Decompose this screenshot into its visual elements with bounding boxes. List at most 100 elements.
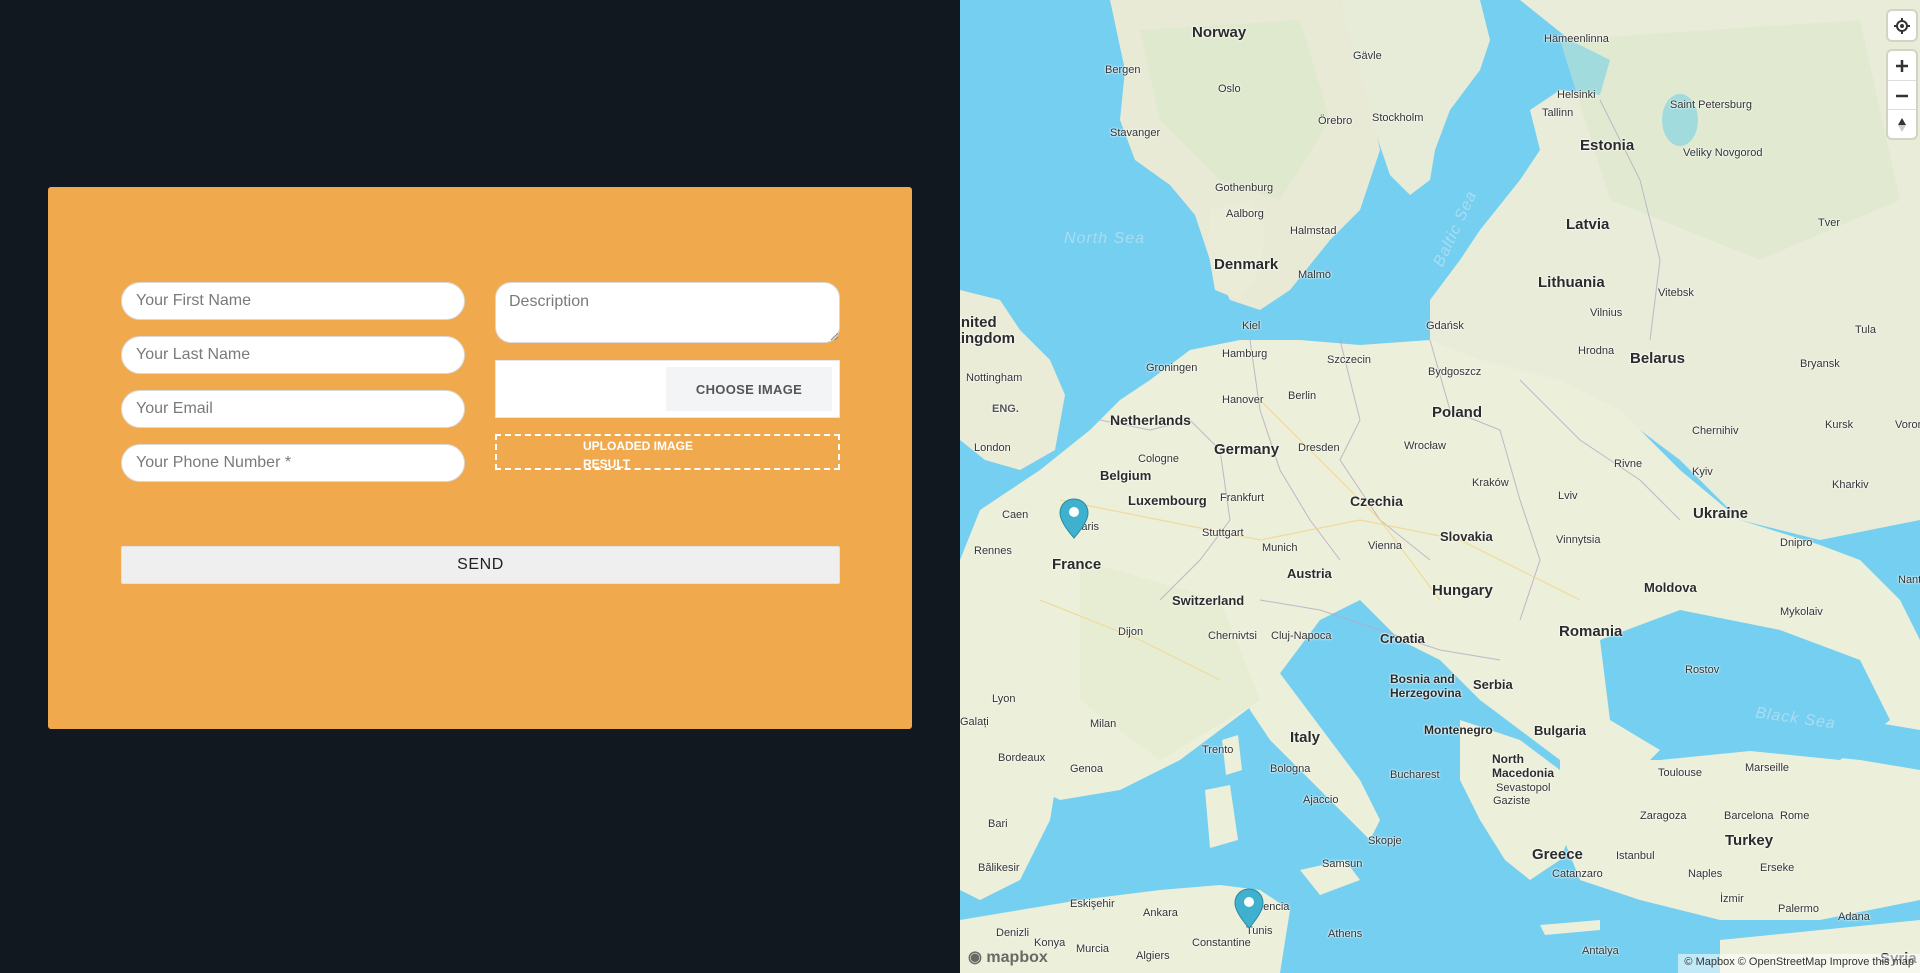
- city-label: Dijon: [1118, 626, 1144, 638]
- phone-input[interactable]: [121, 444, 465, 482]
- city-label: Marseille: [1745, 762, 1790, 774]
- map-marker-icon[interactable]: [1234, 888, 1264, 930]
- country-label: Bulgaria: [1534, 723, 1587, 738]
- city-label: Voron: [1895, 419, 1920, 431]
- city-label: Murcia: [1076, 943, 1110, 955]
- plus-icon: [1896, 60, 1908, 72]
- country-label: Estonia: [1580, 137, 1635, 154]
- city-label: Gdańsk: [1426, 320, 1464, 332]
- city-label: Bryansk: [1800, 358, 1840, 370]
- city-label: Munich: [1262, 542, 1298, 554]
- resize-handle-icon[interactable]: [830, 332, 839, 341]
- description-textarea[interactable]: [495, 282, 840, 343]
- compass-icon: [1898, 117, 1906, 132]
- city-label: Lviv: [1558, 490, 1578, 502]
- geolocate-button[interactable]: [1888, 11, 1916, 40]
- country-label: Hungary: [1432, 582, 1493, 599]
- city-label: Denizli: [996, 927, 1030, 939]
- city-label: Frankfurt: [1220, 492, 1265, 504]
- city-label: Athens: [1328, 928, 1363, 940]
- city-label: Hrodna: [1578, 345, 1615, 357]
- map[interactable]: North Sea Baltic Sea Black Sea Norway Es…: [960, 0, 1920, 973]
- city-label: London: [974, 442, 1011, 454]
- city-label: Bergen: [1105, 64, 1141, 76]
- country-label: Czechia: [1350, 493, 1403, 509]
- country-label: Serbia: [1473, 677, 1513, 692]
- minus-icon: [1896, 94, 1908, 97]
- city-label: Örebro: [1318, 115, 1353, 127]
- city-label: Bologna: [1270, 763, 1311, 775]
- city-label: Gaziste: [1493, 795, 1531, 807]
- city-label: Tula: [1855, 324, 1876, 336]
- map-marker-icon[interactable]: [1059, 498, 1089, 540]
- city-label: Milan: [1090, 718, 1117, 730]
- city-label: Toulouse: [1658, 767, 1703, 779]
- city-label: Bordeaux: [998, 752, 1046, 764]
- email-input[interactable]: [121, 390, 465, 428]
- city-label: Skopje: [1368, 835, 1402, 847]
- mapbox-logo-icon: ◉: [968, 949, 982, 966]
- city-label: Dresden: [1298, 442, 1340, 454]
- city-label: Naples: [1688, 868, 1723, 880]
- map-attribution[interactable]: © Mapbox © OpenStreetMap Improve this ma…: [1678, 954, 1920, 973]
- country-label: Ukraine: [1693, 505, 1749, 522]
- city-label: Bari: [988, 818, 1008, 830]
- city-label: Bucharest: [1390, 769, 1440, 781]
- country-label: Switzerland: [1172, 593, 1245, 608]
- city-label: Genoa: [1070, 763, 1104, 775]
- city-label: Hämeenlinna: [1544, 33, 1609, 45]
- country-label: Belarus: [1630, 350, 1686, 367]
- image-file-input: CHOOSE IMAGE: [495, 360, 840, 418]
- city-label: Aalborg: [1226, 208, 1264, 220]
- country-label: Italy: [1290, 729, 1321, 746]
- city-label: Helsinki: [1557, 89, 1596, 101]
- city-label: Caen: [1002, 509, 1029, 521]
- city-label: Sevastopol: [1496, 782, 1551, 794]
- city-label: Hanover: [1222, 394, 1264, 406]
- city-label: Chernivtsi: [1208, 630, 1257, 642]
- contact-panel: CHOOSE IMAGE UPLOADED IMAGE RESULT SEND: [0, 0, 960, 973]
- city-label: Barcelona: [1724, 810, 1774, 822]
- city-label: Rome: [1780, 810, 1810, 822]
- city-label: Malmö: [1298, 269, 1332, 281]
- city-label: Rostov: [1685, 664, 1720, 676]
- city-label: Dnipro: [1780, 537, 1813, 549]
- city-label: Wrocław: [1404, 440, 1446, 452]
- country-label: Croatia: [1380, 631, 1425, 646]
- country-label: Poland: [1432, 404, 1483, 421]
- city-label: Kharkiv: [1832, 479, 1869, 491]
- mapbox-logo[interactable]: ◉ mapbox: [968, 947, 1048, 967]
- city-label: Rivne: [1614, 458, 1643, 470]
- country-label: Germany: [1214, 441, 1280, 458]
- zoom-in-button[interactable]: [1888, 51, 1916, 80]
- city-label: Oslo: [1218, 83, 1241, 95]
- country-label: France: [1052, 556, 1102, 573]
- city-label: Vitebsk: [1658, 287, 1694, 299]
- country-label: Slovakia: [1440, 529, 1493, 544]
- contact-form-card: CHOOSE IMAGE UPLOADED IMAGE RESULT SEND: [48, 187, 912, 729]
- city-label: Gävle: [1353, 50, 1382, 62]
- city-label: Bălikesir: [978, 862, 1020, 874]
- city-label: Szczecin: [1327, 354, 1372, 366]
- country-label: North Macedonia: [1492, 752, 1555, 780]
- crosshair-icon: [1894, 18, 1910, 34]
- city-label: Bydgoszcz: [1428, 366, 1482, 378]
- choose-image-button[interactable]: CHOOSE IMAGE: [666, 367, 832, 411]
- city-label: Chernihiv: [1692, 425, 1739, 437]
- send-button[interactable]: SEND: [121, 546, 840, 584]
- country-label: Lithuania: [1538, 274, 1605, 291]
- city-label: Kiel: [1242, 320, 1261, 332]
- uploaded-image-result: UPLOADED IMAGE RESULT: [495, 434, 840, 471]
- first-name-input[interactable]: [121, 282, 465, 320]
- country-label: United Kingdom: [960, 314, 1015, 347]
- last-name-input[interactable]: [121, 336, 465, 374]
- city-label: Kraków: [1472, 477, 1509, 489]
- compass-button[interactable]: [1888, 109, 1916, 138]
- city-label: Stavanger: [1110, 127, 1161, 139]
- city-label: Vilnius: [1590, 307, 1623, 319]
- city-label: Cologne: [1138, 453, 1179, 465]
- city-label: Vinnytsia: [1556, 534, 1601, 546]
- country-label: Montenegro: [1424, 723, 1493, 737]
- city-label: Rennes: [974, 545, 1012, 557]
- zoom-out-button[interactable]: [1888, 80, 1916, 109]
